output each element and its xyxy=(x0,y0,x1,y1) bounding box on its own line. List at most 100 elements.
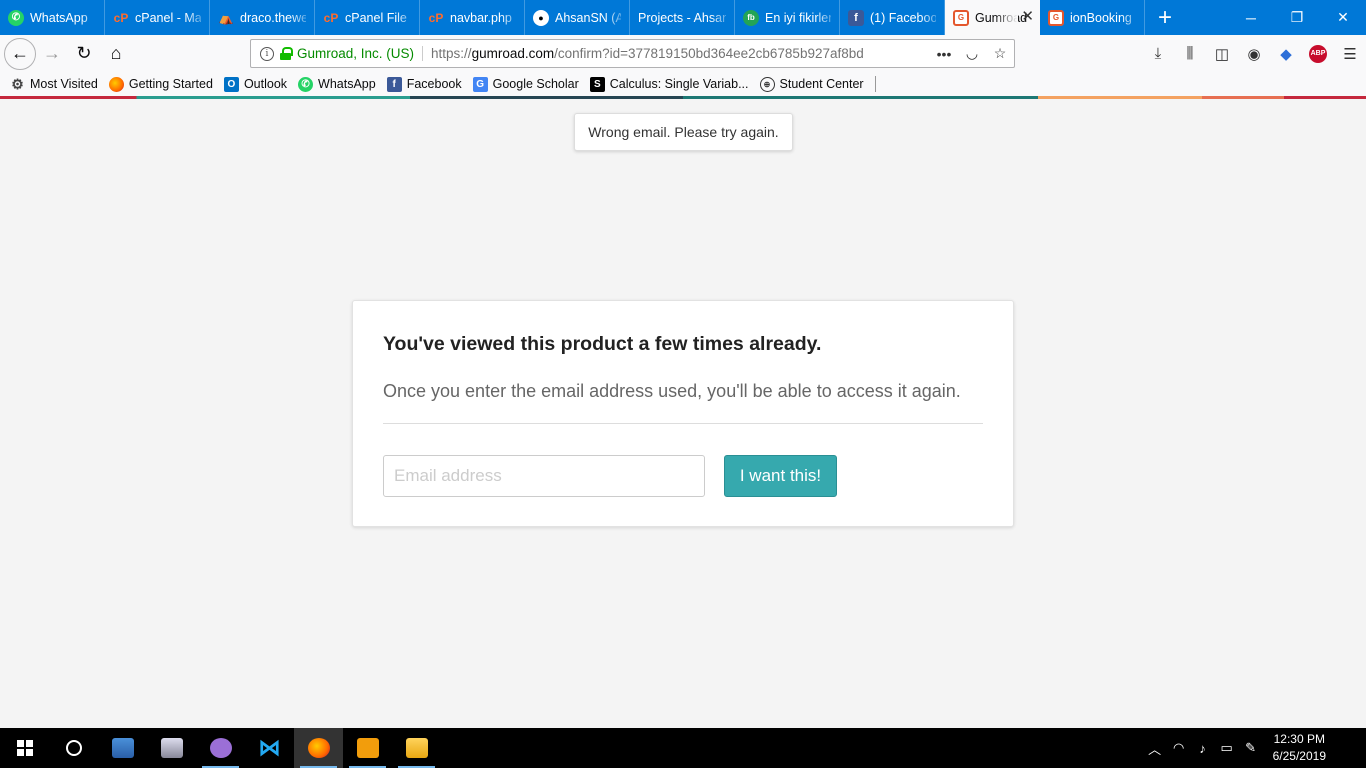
bookmark-whatsapp[interactable]: ✆ WhatsApp xyxy=(298,76,376,92)
bookmark-facebook[interactable]: f Facebook xyxy=(386,76,462,92)
extension-icon[interactable]: ◆ xyxy=(1270,38,1302,70)
back-arrow-icon: ← xyxy=(11,43,29,63)
tab-github[interactable]: ● AhsanSN (A xyxy=(525,0,630,35)
home-button[interactable]: ⌂ xyxy=(100,38,132,70)
clock[interactable]: 12:30 PM 6/25/2019 xyxy=(1263,731,1336,765)
bookmark-label: Calculus: Single Variab... xyxy=(609,77,749,91)
tab-navbar-php[interactable]: cP navbar.php xyxy=(420,0,525,35)
bookmark-label: Student Center xyxy=(779,77,864,91)
i-want-this-button[interactable]: I want this! xyxy=(724,455,837,497)
flash-message: Wrong email. Please try again. xyxy=(574,113,793,151)
wifi-icon[interactable]: ◠ xyxy=(1167,740,1191,756)
facebook-icon: f xyxy=(386,76,402,92)
page-info-icon[interactable]: i xyxy=(260,46,274,61)
bookmark-outlook[interactable]: O Outlook xyxy=(223,76,288,92)
account-icon[interactable]: ◉ xyxy=(1238,38,1270,70)
url-text[interactable]: https://gumroad.com/confirm?id=377819150… xyxy=(431,46,930,61)
taskbar-sublime[interactable] xyxy=(343,728,392,768)
new-tab-button[interactable]: + xyxy=(1145,0,1185,35)
tab-gumroad[interactable]: G Gumroad ✕ xyxy=(945,0,1040,35)
taskbar-vscode[interactable]: ⋈ xyxy=(245,728,294,768)
bookmark-label: Facebook xyxy=(406,77,462,91)
tab-en-iyi-fikirler[interactable]: fb En iyi fikirler xyxy=(735,0,840,35)
pen-icon[interactable]: ✎ xyxy=(1239,740,1263,756)
sidebar-icon[interactable]: ◫ xyxy=(1206,38,1238,70)
site-identity[interactable]: Gumroad, Inc. (US) xyxy=(297,46,424,61)
pocket-icon[interactable]: ◡ xyxy=(958,45,986,62)
taskbar-computer[interactable] xyxy=(98,728,147,768)
close-tab-icon[interactable]: ✕ xyxy=(1021,9,1034,25)
taskbar-github-desktop[interactable] xyxy=(196,728,245,768)
menu-icon[interactable]: ☰ xyxy=(1334,38,1366,70)
lock-icon xyxy=(280,47,293,60)
bookmark-calculus[interactable]: S Calculus: Single Variab... xyxy=(589,76,749,92)
restore-icon: ❐ xyxy=(1290,9,1304,25)
forward-button[interactable]: → xyxy=(36,38,68,70)
gumroad-icon: G xyxy=(1048,9,1064,26)
bookmarks-toolbar: ⚙ Most Visited Getting Started O Outlook… xyxy=(0,72,1366,96)
card-subtext: Once you enter the email address used, y… xyxy=(383,381,961,401)
bookmark-google-scholar[interactable]: G Google Scholar xyxy=(472,76,579,92)
gumroad-icon: G xyxy=(953,9,969,26)
tab-ionbooking[interactable]: G ionBooking xyxy=(1040,0,1145,35)
whatsapp-icon: ✆ xyxy=(298,76,314,92)
bookmark-separator xyxy=(874,76,876,92)
minimize-icon: ─ xyxy=(1246,9,1256,26)
reload-button[interactable]: ↻ xyxy=(68,38,100,70)
bookmark-student-center[interactable]: ⊕ Student Center xyxy=(759,76,864,92)
cortana-button[interactable] xyxy=(49,728,98,768)
start-button[interactable] xyxy=(0,728,49,768)
battery-icon[interactable]: ▭ xyxy=(1215,740,1239,756)
chevron-up-icon[interactable]: ︿ xyxy=(1143,739,1167,758)
gear-icon: ⚙ xyxy=(11,75,24,92)
tab-facebook[interactable]: f (1) Faceboo xyxy=(840,0,945,35)
sublime-icon xyxy=(356,738,379,758)
url-bar[interactable]: i Gumroad, Inc. (US) https://gumroad.com… xyxy=(250,39,1015,68)
restore-button[interactable]: ❐ xyxy=(1274,0,1320,35)
draco-icon: ⛺ xyxy=(218,10,234,25)
clock-time: 12:30 PM xyxy=(1273,732,1325,746)
tab-draco[interactable]: ⛺ draco.thewe xyxy=(210,0,315,35)
github-icon: ● xyxy=(533,9,549,26)
bookmark-star-icon[interactable]: ☆ xyxy=(986,45,1014,62)
close-window-button[interactable]: ✕ xyxy=(1320,0,1366,35)
card-heading: You've viewed this product a few times a… xyxy=(383,333,822,355)
bookmark-label: Google Scholar xyxy=(492,77,579,91)
bookmark-label: Most Visited xyxy=(30,77,98,91)
cpanel-icon: cP xyxy=(323,10,339,25)
bookmark-most-visited[interactable]: ⚙ Most Visited xyxy=(10,75,98,92)
card-divider xyxy=(383,423,983,424)
cpanel-icon: cP xyxy=(113,10,129,25)
bookmark-label: Outlook xyxy=(243,77,288,91)
tab-cpanel-file-manager[interactable]: cP cPanel File M xyxy=(315,0,420,35)
minimize-button[interactable]: ─ xyxy=(1228,0,1274,35)
github-desktop-icon xyxy=(209,738,232,758)
taskbar-firefox[interactable] xyxy=(294,728,343,768)
photos-icon xyxy=(160,738,183,758)
vscode-icon: ⋈ xyxy=(258,735,281,760)
s-icon: S xyxy=(589,76,605,92)
notification-area[interactable] xyxy=(1336,728,1366,768)
downloads-icon[interactable]: ⤓ xyxy=(1142,38,1174,70)
page-actions-icon[interactable]: ••• xyxy=(930,46,958,62)
bookmark-getting-started[interactable]: Getting Started xyxy=(108,76,213,92)
email-input[interactable] xyxy=(383,455,705,497)
tab-whatsapp[interactable]: ✆ WhatsApp xyxy=(0,0,105,35)
library-icon[interactable]: ⫼ xyxy=(1174,38,1206,70)
tab-projects[interactable]: Projects - Ahsan xyxy=(630,0,735,35)
google-scholar-icon: G xyxy=(472,76,488,92)
tab-bar: ✆ WhatsApp cP cPanel - Ma ⛺ draco.thewe … xyxy=(0,0,1366,35)
toolbar-right: ⤓ ⫼ ◫ ◉ ◆ ABP ☰ xyxy=(1142,35,1366,72)
system-tray: ︿ ◠ ♪ ▭ ✎ 12:30 PM 6/25/2019 xyxy=(1143,728,1366,768)
forward-arrow-icon: → xyxy=(43,43,61,63)
taskbar-photos[interactable] xyxy=(147,728,196,768)
url-path: /confirm?id=377819150bd364ee2cb6785b927a… xyxy=(554,46,864,61)
volume-icon[interactable]: ♪ xyxy=(1191,741,1215,756)
clock-date: 6/25/2019 xyxy=(1272,749,1326,763)
whatsapp-icon: ✆ xyxy=(8,9,24,26)
back-button[interactable]: ← xyxy=(4,37,36,70)
navigation-toolbar: ← → ↻ ⌂ i Gumroad, Inc. (US) https://gum… xyxy=(0,35,1366,72)
adblock-button[interactable]: ABP xyxy=(1302,38,1334,70)
taskbar-file-explorer[interactable] xyxy=(392,728,441,768)
tab-cpanel[interactable]: cP cPanel - Ma xyxy=(105,0,210,35)
